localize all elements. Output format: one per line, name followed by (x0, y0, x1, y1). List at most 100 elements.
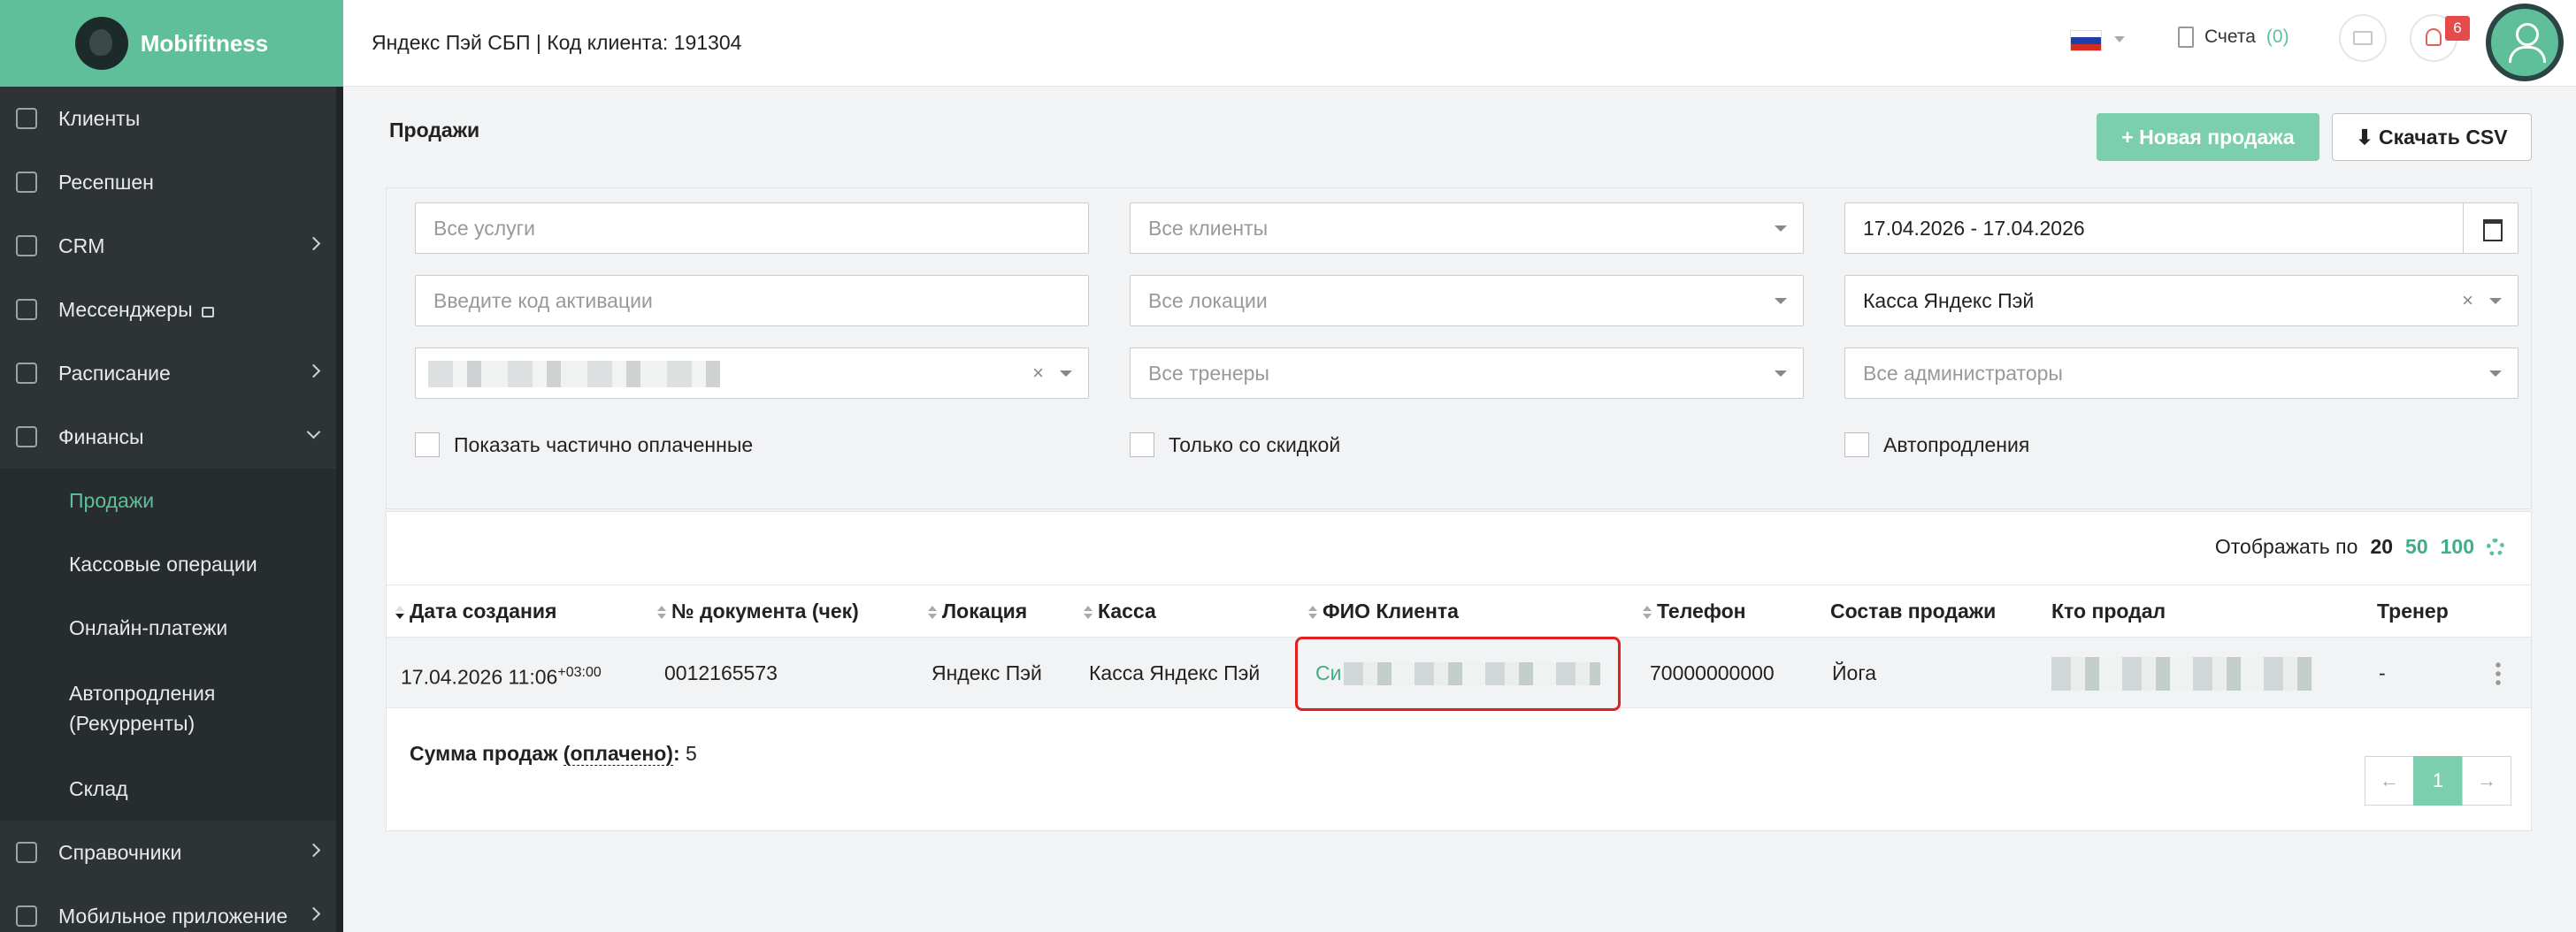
per-page-option-50[interactable]: 50 (2405, 535, 2428, 559)
per-page-option-100[interactable]: 100 (2441, 535, 2474, 559)
gear-icon[interactable] (2487, 538, 2504, 556)
column-trainer: Тренер (2377, 600, 2449, 623)
page-title: Продажи (389, 118, 480, 141)
sidebar-item-directories[interactable]: Справочники (0, 821, 343, 884)
chevron-right-icon (306, 906, 321, 921)
sidebar-item-clients[interactable]: Клиенты (0, 87, 343, 150)
checkbox-box[interactable] (1130, 432, 1154, 457)
date-range-value: 17.04.2026 - 17.04.2026 (1863, 217, 2085, 240)
logo[interactable]: Mobifitness (0, 0, 343, 87)
sidebar-item-crm[interactable]: CRM (0, 214, 343, 278)
admins-select[interactable]: Все администраторы (1844, 348, 2518, 399)
next-page-button[interactable]: → (2462, 756, 2511, 806)
download-csv-label: Скачать CSV (2379, 125, 2508, 149)
column-client-name[interactable]: ФИО Клиента (1308, 585, 1459, 637)
column-location[interactable]: Локация (928, 585, 1027, 637)
cell-sale-content: Йога (1832, 661, 1876, 684)
brand-name: Mobifitness (140, 29, 269, 57)
partial-paid-checkbox[interactable]: Показать частично оплаченные (415, 432, 753, 457)
checkbox-box[interactable] (415, 432, 440, 457)
checkbox-box[interactable] (1844, 432, 1869, 457)
company-select[interactable]: × (415, 348, 1089, 399)
new-sale-button[interactable]: + Новая продажа (2097, 113, 2319, 161)
sidebar-subitem-cash-operations[interactable]: Кассовые операции (0, 532, 343, 596)
checkbox-label: Автопродления (1883, 432, 2030, 456)
sidebar-item-mobile-app[interactable]: Мобильное приложение (0, 884, 343, 932)
checkbox-label: Только со скидкой (1169, 432, 1341, 456)
sidebar-item-finance[interactable]: Финансы (0, 405, 343, 469)
chevron-right-icon (306, 363, 321, 378)
per-page-option-20[interactable]: 20 (2370, 535, 2393, 559)
per-page-label: Отображать по (2214, 535, 2358, 558)
more-vertical-icon[interactable] (2496, 661, 2501, 685)
table-header: Дата создания № документа (чек) Локация … (387, 584, 2531, 638)
column-date[interactable]: Дата создания (395, 585, 556, 637)
cell-location: Яндекс Пэй (932, 661, 1042, 684)
folder-icon (2353, 31, 2373, 45)
discount-only-checkbox[interactable]: Только со скидкой (1130, 432, 1340, 457)
column-phone[interactable]: Телефон (1643, 585, 1746, 637)
sidebar-subitem-online-payments[interactable]: Онлайн-платежи (0, 596, 343, 660)
download-csv-button[interactable]: ⬇ Скачать CSV (2332, 113, 2532, 161)
sort-icon (657, 606, 666, 620)
summary-paid-hint[interactable]: (оплачено) (563, 742, 673, 766)
sidebar-subitem-sales[interactable]: Продажи (0, 469, 343, 532)
chevron-down-icon (306, 424, 321, 439)
bills-count: (0) (2266, 27, 2289, 47)
bell-icon (2426, 28, 2442, 46)
cell-trainer: - (2379, 661, 2386, 684)
autorenew-checkbox[interactable]: Автопродления (1844, 432, 2029, 457)
locations-select-value: Все локации (1148, 289, 1268, 312)
sidebar-nav: Клиенты Ресепшен CRM Мессенджеры Расписа… (0, 87, 343, 932)
sidebar-item-reception[interactable]: Ресепшен (0, 150, 343, 214)
locations-select[interactable]: Все локации (1130, 275, 1804, 326)
document-icon (2178, 27, 2194, 48)
clear-icon[interactable]: × (2462, 276, 2473, 325)
checkbox-label: Показать частично оплаченные (454, 432, 754, 456)
new-sale-label: Новая продажа (2139, 125, 2295, 149)
user-avatar[interactable] (2486, 4, 2564, 81)
chevron-down-icon (1775, 371, 1787, 377)
clients-select[interactable]: Все клиенты (1130, 202, 1804, 254)
sidebar-item-schedule[interactable]: Расписание (0, 341, 343, 405)
clear-icon[interactable]: × (1032, 348, 1044, 398)
column-doc-number[interactable]: № документа (чек) (657, 585, 859, 637)
sidebar-item-label: Ресепшен (58, 170, 154, 194)
activation-code-input[interactable]: Введите код активации (415, 275, 1089, 326)
chevron-down-icon[interactable] (2114, 36, 2125, 42)
calendar-icon[interactable] (2463, 203, 2518, 253)
bills-label: Счета (2204, 27, 2256, 47)
bills-link[interactable]: Счета (0) (2178, 27, 2289, 48)
clipboard-icon (16, 172, 37, 193)
column-label: Дата создания (410, 600, 557, 623)
sort-icon (1643, 606, 1652, 620)
column-cashbox[interactable]: Касса (1084, 585, 1156, 637)
column-label: Касса (1098, 600, 1156, 623)
pagination: ← 1 → (2365, 756, 2511, 806)
filters-panel: Все услуги Все клиенты 17.04.2026 - 17.0… (386, 187, 2532, 509)
trainers-select[interactable]: Все тренеры (1130, 348, 1804, 399)
column-seller: Кто продал (2051, 600, 2166, 623)
folder-button[interactable] (2339, 14, 2387, 62)
sidebar-item-label: Мессенджеры (58, 297, 193, 321)
sidebar-subitem-autorenewals[interactable]: Автопродления (Рекурренты) (0, 660, 301, 757)
services-input[interactable]: Все услуги (415, 202, 1089, 254)
prev-page-button[interactable]: ← (2365, 756, 2414, 806)
russia-flag-icon[interactable] (2070, 30, 2102, 51)
cell-doc-number: 0012165573 (664, 661, 778, 684)
redacted-seller (2051, 657, 2313, 691)
summary-label: Сумма продаж (оплачено): (410, 742, 680, 766)
sidebar-item-messengers[interactable]: Мессенджеры (0, 278, 343, 341)
cell-phone: 70000000000 (1650, 661, 1775, 684)
chevron-down-icon (1060, 371, 1072, 377)
column-label: ФИО Клиента (1322, 600, 1459, 623)
sort-icon (928, 606, 937, 620)
sidebar-subitem-warehouse[interactable]: Склад (0, 757, 343, 821)
sidebar-item-label: CRM (58, 233, 105, 257)
page-1-button[interactable]: 1 (2413, 756, 2463, 806)
date-range-input[interactable]: 17.04.2026 - 17.04.2026 (1844, 202, 2518, 254)
list-icon (16, 235, 37, 256)
cashbox-select[interactable]: Касса Яндекс Пэй × (1844, 275, 2518, 326)
phone-icon (16, 905, 37, 927)
chat-icon (16, 299, 37, 320)
